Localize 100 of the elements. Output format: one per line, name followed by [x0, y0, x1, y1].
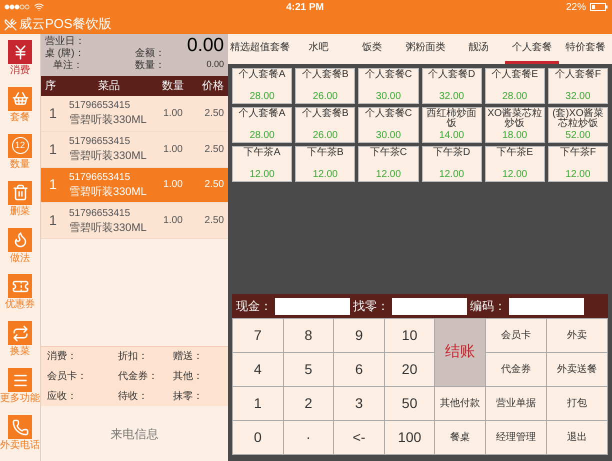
keypad-button[interactable]: 经理管理 — [486, 421, 546, 454]
keypad-button[interactable]: 会员卡 — [486, 319, 546, 352]
basket-icon — [12, 90, 28, 108]
category-tab[interactable]: 特价套餐 — [558, 34, 612, 64]
order-row[interactable]: 1 51796653415 雪碧听装330ML 1.00 2.50 — [41, 203, 228, 239]
menu-item[interactable]: 下午茶B 12.00 — [295, 146, 356, 182]
battery-text: 22% — [566, 0, 586, 14]
payment-field[interactable] — [509, 298, 584, 314]
menu-item[interactable]: 个人套餐B 26.00 — [295, 107, 356, 143]
menu-item[interactable]: 西红柿炒面饭 14.00 — [422, 107, 482, 143]
item-code: 51796653415 — [69, 206, 132, 221]
item-quantity: 1.00 — [162, 214, 184, 228]
keypad-button[interactable]: 3 — [334, 387, 384, 420]
menu-item[interactable]: 下午茶C 12.00 — [358, 146, 418, 182]
payment-field[interactable] — [275, 298, 350, 314]
menu-item[interactable]: (套)XO酱菜芯粒炒饭 52.00 — [548, 107, 608, 143]
column-header: 数量 — [161, 78, 185, 94]
item-quantity: 1.00 — [162, 106, 184, 121]
keypad-button[interactable]: 6 — [334, 353, 384, 386]
menu-item[interactable]: 个人套餐E 28.00 — [484, 68, 545, 104]
keypad-button[interactable]: 10 — [384, 319, 434, 352]
keypad-button[interactable]: 外卖送餐 — [546, 353, 607, 386]
category-tab[interactable]: 水吧 — [292, 34, 346, 64]
category-tab[interactable]: 粥粉面类 — [398, 34, 452, 64]
menu-item[interactable]: XO酱菜芯粒炒饭 18.00 — [484, 107, 545, 143]
menu-item[interactable]: 个人套餐A 28.00 — [232, 107, 292, 143]
quantity-value: 0.00 — [206, 58, 224, 71]
menu-item[interactable]: 个人套餐C 30.00 — [358, 68, 418, 104]
keypad-button[interactable]: 7 — [233, 319, 283, 352]
summary-label: 折扣： — [117, 350, 149, 364]
menu-item[interactable]: 个人套餐B 26.00 — [295, 68, 356, 104]
menu-item[interactable]: 下午茶E 12.00 — [484, 146, 545, 182]
logo-icon — [4, 18, 17, 30]
table-label: 桌 (牌)： — [45, 48, 86, 60]
keypad-button[interactable]: 营业单据 — [486, 387, 546, 420]
item-quantity: 1.00 — [162, 178, 184, 192]
keypad-button[interactable]: 退出 — [546, 421, 607, 454]
business-day-label: 营业日： — [45, 36, 86, 48]
menu-item[interactable]: 个人套餐F 32.00 — [548, 68, 608, 104]
summary-label: 会员卡： — [46, 370, 88, 384]
amount-value: 0.00 — [187, 34, 224, 58]
keypad-button[interactable]: 打包 — [546, 387, 607, 420]
category-tab[interactable]: 个人套餐 — [505, 34, 559, 64]
battery-icon — [590, 3, 608, 11]
keypad-button[interactable]: 2 — [284, 387, 334, 420]
keypad-button[interactable]: · — [284, 421, 334, 454]
menu-item[interactable]: 个人套餐A 28.00 — [232, 68, 292, 104]
keypad-button[interactable]: 20 — [384, 353, 434, 386]
keypad-button[interactable]: <- — [334, 421, 384, 454]
category-tab[interactable]: 靓汤 — [452, 34, 506, 64]
row-number: 1 — [48, 140, 58, 159]
keypad-button[interactable]: 5 — [284, 353, 334, 386]
keypad-button[interactable]: 50 — [384, 387, 434, 420]
payment-field[interactable] — [392, 298, 467, 314]
menu-item[interactable]: 下午茶A 12.00 — [232, 146, 292, 182]
column-header: 菜品 — [97, 78, 121, 94]
menu-item[interactable]: 个人套餐D 32.00 — [422, 68, 482, 104]
summary-label: 应收： — [46, 390, 78, 404]
item-code: 51796653415 — [69, 170, 132, 185]
keypad-button[interactable]: 9 — [334, 319, 384, 352]
item-name: 雪碧听装330ML — [69, 220, 148, 235]
item-price: 2.50 — [204, 178, 224, 192]
summary-label: 抹零： — [172, 390, 204, 404]
keypad-button[interactable]: 其他付款 — [435, 387, 485, 420]
amount-label: 金额： — [135, 48, 166, 60]
phone-icon — [12, 418, 28, 436]
summary-label: 其他： — [172, 370, 204, 384]
field-label: 编码： — [470, 298, 506, 315]
column-header: 价格 — [201, 78, 224, 94]
sidebar-item[interactable]: 消费 — [0, 40, 40, 86]
keypad-button[interactable]: 0 — [233, 421, 283, 454]
keypad-button[interactable]: 100 — [384, 421, 434, 454]
keypad-button[interactable]: 餐桌 — [435, 421, 485, 454]
signal-icon — [4, 4, 30, 10]
keypad-button[interactable]: 1 — [233, 387, 283, 420]
item-price: 2.50 — [204, 142, 224, 157]
category-tab[interactable]: 饭类 — [345, 34, 399, 64]
order-row[interactable]: 1 51796653415 雪碧听装330ML 1.00 2.50 — [41, 132, 228, 168]
keypad-button[interactable]: 代金券 — [486, 353, 546, 386]
row-number: 1 — [48, 104, 58, 123]
menu-item[interactable]: 个人套餐C 30.00 — [358, 107, 418, 143]
item-name: 雪碧听装330ML — [69, 149, 148, 164]
keypad-button[interactable]: 外卖 — [546, 319, 607, 352]
keypad-button[interactable]: 4 — [233, 353, 283, 386]
menu-item[interactable]: 下午茶F 12.00 — [548, 146, 608, 182]
summary-label: 代金券： — [117, 370, 159, 384]
item-name: 雪碧听装330ML — [69, 184, 148, 199]
order-row[interactable]: 1 51796653415 雪碧听装330ML 1.00 2.50 — [41, 96, 228, 132]
note-label: 单注： — [52, 60, 84, 72]
quantity-label: 数量： — [135, 60, 166, 72]
item-price: 2.50 — [204, 214, 224, 228]
keypad-button[interactable]: 8 — [284, 319, 334, 352]
summary-label: 待收： — [117, 390, 149, 404]
menu-item[interactable]: 下午茶D 12.00 — [422, 146, 482, 182]
number-icon: 12 — [12, 137, 28, 154]
clock-text: 4:21 PM — [286, 0, 324, 14]
repeat-icon — [12, 324, 28, 342]
field-label: 找零： — [353, 298, 389, 315]
category-tab[interactable]: 精选超值套餐 — [228, 34, 292, 64]
column-header: 序 — [45, 78, 57, 94]
